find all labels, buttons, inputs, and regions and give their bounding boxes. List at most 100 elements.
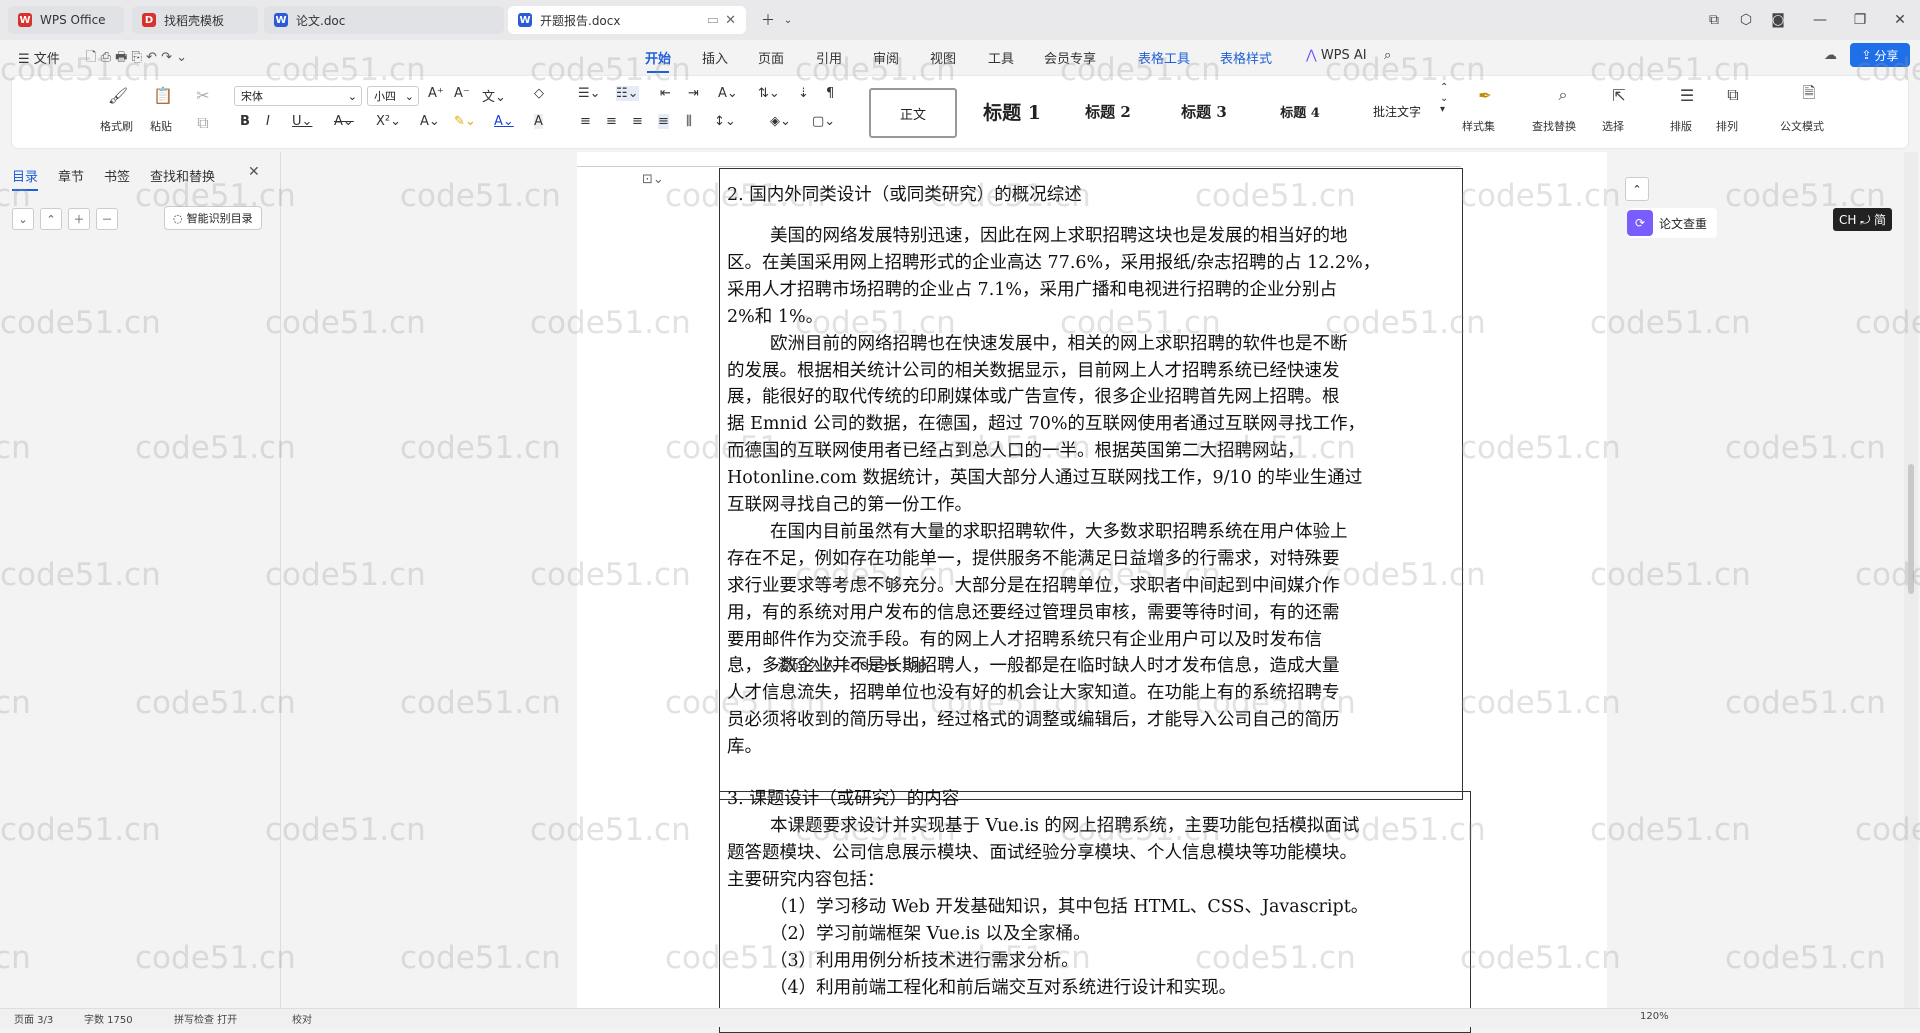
format-painter-icon[interactable]: 🖌 (107, 84, 129, 106)
font-size-select[interactable]: 小四 ⌄ (367, 86, 419, 106)
line-spacing-icon[interactable]: ↕⌄ (714, 114, 736, 129)
official-doc-icon[interactable]: 🗎 (1798, 83, 1820, 106)
tab-proposal-docx[interactable]: W 开题报告.docx ▭ ✕ (508, 6, 746, 34)
sort-icon[interactable]: ⇅⌄ (758, 86, 780, 101)
proofread-status[interactable]: 校对 (292, 1011, 312, 1026)
font-name-select[interactable]: 宋体 ⌄ (234, 86, 362, 106)
document-page[interactable]: ⊡⌄ 2. 国内外同类设计（或同类研究）的概况综述 美国的网络发展特别迅速，因此… (577, 152, 1607, 1033)
cloud-icon[interactable]: ☁ (1824, 48, 1837, 63)
align-center-icon[interactable]: ≡ (606, 114, 617, 129)
tab-wps-ai[interactable]: ⋀ WPS AI (1306, 48, 1367, 63)
shrink-font-icon[interactable]: A⁻ (454, 86, 470, 101)
word-count[interactable]: 字数 1750 (84, 1011, 133, 1026)
shading-icon[interactable]: ◈⌄ (770, 114, 791, 129)
clear-format-icon[interactable]: ◇ (534, 86, 544, 101)
strikethrough-icon[interactable]: A⌄ (334, 114, 354, 129)
distribute-icon[interactable]: ⫼ (686, 114, 692, 129)
tab-view[interactable]: 视图 (930, 48, 956, 67)
collapse-up-icon[interactable]: ⌃ (1625, 177, 1649, 201)
style-normal[interactable]: 正文 (869, 88, 957, 138)
add-icon[interactable]: ＋ (68, 208, 90, 230)
tab-docer[interactable]: D 找稻壳模板 (132, 6, 258, 34)
italic-icon[interactable]: I (266, 114, 270, 129)
restore-icon[interactable]: ❐ (1846, 8, 1874, 32)
share-button[interactable]: ⇪ 分享 (1850, 43, 1910, 67)
expand-icon[interactable]: ⌃ (40, 208, 62, 230)
ribbon-toolbar: 🖌 格式刷 📋 粘贴 ✂ ⧉ 宋体 ⌄ 小四 ⌄ A⁺ A⁻ 文⌄ ◇ B I U⌄… (12, 76, 1908, 148)
tab-table-tools[interactable]: 表格工具 (1138, 48, 1190, 67)
tab-chapters[interactable]: 章节 (58, 166, 84, 185)
bold-icon[interactable]: B (240, 114, 250, 129)
underline-icon[interactable]: U⌄ (292, 114, 312, 129)
spell-check-status[interactable]: 拼写检查 打开 (174, 1011, 237, 1026)
tab-tools[interactable]: 工具 (988, 48, 1014, 67)
close-icon[interactable]: ✕ (725, 13, 736, 28)
quick-access-toolbar[interactable]: 🗋 ⎙ 🖶 ⎘ ↶ ↷ ⌄ (86, 48, 187, 70)
tab-insert[interactable]: 插入 (702, 48, 728, 67)
tab-membership[interactable]: 会员专享 (1044, 48, 1096, 67)
gallery-scroll-icon[interactable]: ⌃ ⌄ ▾ (1440, 82, 1448, 115)
border-icon[interactable]: ▢⌄ (812, 114, 835, 129)
select-icon[interactable]: ⇱ (1608, 84, 1630, 106)
paste-icon[interactable]: 📋 (152, 84, 174, 106)
close-panel-icon[interactable]: ✕ (248, 164, 260, 180)
align-right-icon[interactable]: ≡ (632, 114, 643, 129)
phonetic-icon[interactable]: 文⌄ (482, 86, 506, 105)
tab-toc[interactable]: 目录 (12, 166, 39, 191)
find-icon[interactable]: ⌕ (1552, 84, 1574, 106)
tab-review[interactable]: 审阅 (873, 48, 899, 67)
text-direction-icon[interactable]: A⌄ (718, 86, 738, 101)
avatar[interactable]: ◙ (1764, 8, 1792, 32)
style-comment-text[interactable]: 批注文字 (1349, 88, 1445, 134)
check-paper-button[interactable]: ⟳ 论文查重 (1627, 208, 1717, 238)
cube-icon[interactable]: ⬡ (1732, 8, 1760, 32)
outdent-icon[interactable]: ⇤ (660, 86, 671, 101)
row-handle-icon[interactable]: ⊡⌄ (642, 172, 664, 187)
grow-font-icon[interactable]: A⁺ (428, 86, 444, 101)
tab-reference[interactable]: 引用 (816, 48, 842, 67)
indent-icon[interactable]: ⇥ (688, 86, 699, 101)
numbered-list-icon[interactable]: ☷⌄ (616, 86, 639, 101)
arrange-icon[interactable]: ⧉ (1722, 84, 1744, 106)
style-heading-4[interactable]: 标题 4 (1253, 88, 1347, 134)
vertical-scrollbar[interactable] (1904, 152, 1918, 1008)
style-heading-3[interactable]: 标题 3 (1157, 88, 1251, 134)
collapse-icon[interactable]: ⌄ (12, 208, 34, 230)
char-shading-icon[interactable]: A (534, 114, 543, 129)
ime-indicator[interactable]: CH ⤾ 简 (1833, 208, 1893, 231)
page-indicator[interactable]: 页面 3/3 (14, 1011, 53, 1026)
remove-icon[interactable]: － (96, 208, 118, 230)
az-sort-icon[interactable]: ⇣ (798, 86, 809, 101)
show-marks-icon[interactable]: ¶ (826, 86, 834, 101)
style-set-icon[interactable]: ✒ (1474, 84, 1496, 106)
tab-page[interactable]: 页面 (758, 48, 784, 67)
layout-icon[interactable]: ⧉ (1700, 8, 1728, 32)
text-effect-icon[interactable]: A⌄ (420, 114, 440, 129)
minimize-icon[interactable]: — (1806, 8, 1834, 32)
tab-wps-office[interactable]: W WPS Office (8, 6, 124, 34)
highlight-icon[interactable]: ✎⌄ (454, 114, 476, 129)
scrollbar-thumb[interactable] (1908, 464, 1914, 594)
chevron-down-icon[interactable]: ⌄ (774, 8, 802, 32)
tab-find-replace[interactable]: 查找和替换 (150, 166, 215, 185)
file-menu[interactable]: ☰ 文件 (18, 48, 60, 67)
close-window-icon[interactable]: ✕ (1886, 8, 1914, 32)
search-icon[interactable]: ⌕ (1384, 48, 1391, 63)
font-color-icon[interactable]: A⌄ (494, 114, 514, 129)
layout-ribbon-icon[interactable]: ☰ (1676, 84, 1698, 106)
tab-home[interactable]: 开始 (645, 48, 671, 73)
style-heading-2[interactable]: 标题 2 (1063, 88, 1153, 134)
tab-thesis-doc[interactable]: W 论文.doc (264, 6, 504, 34)
smart-toc-button[interactable]: ◌ 智能识别目录 (164, 206, 262, 230)
screen-icon[interactable]: ▭ (707, 13, 719, 28)
justify-icon[interactable]: ≡ (658, 114, 669, 129)
bullet-list-icon[interactable]: ☰⌄ (578, 86, 601, 101)
superscript-icon[interactable]: X²⌄ (376, 114, 401, 129)
copy-icon[interactable]: ⧉ (192, 112, 214, 134)
align-left-icon[interactable]: ≡ (580, 114, 591, 129)
style-heading-1[interactable]: 标题 1 (962, 88, 1062, 134)
tab-table-style[interactable]: 表格样式 (1220, 48, 1272, 67)
cut-icon[interactable]: ✂ (192, 84, 214, 106)
tab-bookmarks[interactable]: 书签 (104, 166, 130, 185)
zoom-level[interactable]: 120% (1640, 1011, 1669, 1022)
